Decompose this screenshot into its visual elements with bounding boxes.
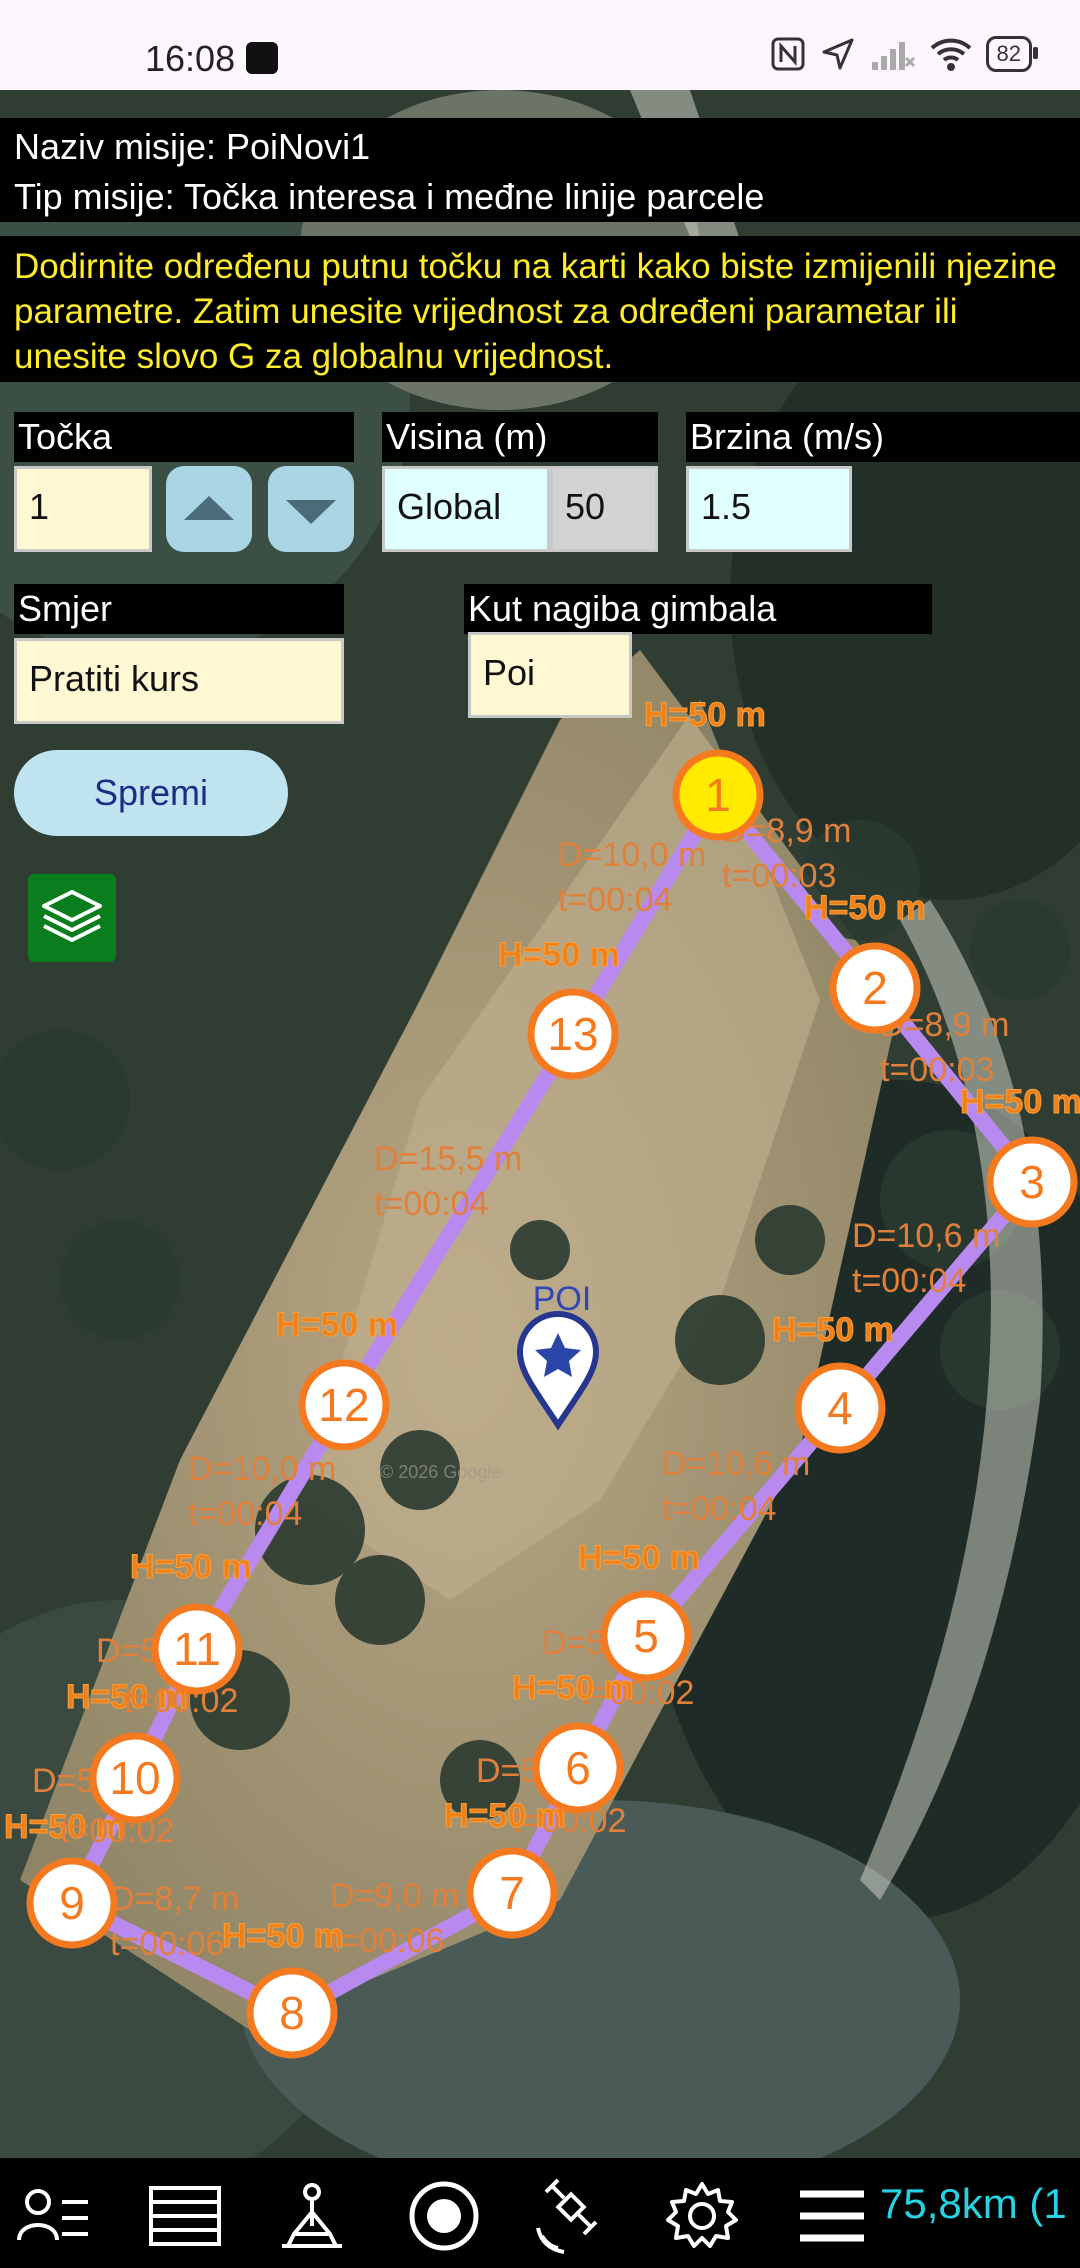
wp-5-altitude: H=50 m <box>578 1539 700 1577</box>
waypoint-11[interactable]: 11 <box>151 1603 243 1695</box>
waypoint-12[interactable]: 12 <box>298 1359 390 1451</box>
wifi-icon <box>930 38 971 71</box>
waypoint-2[interactable]: 2 <box>829 942 921 1034</box>
wp-6-altitude: H=50 m <box>512 1669 634 1707</box>
settings-gear-icon[interactable] <box>662 2176 742 2256</box>
altitude-value-input[interactable]: 50 <box>550 466 658 552</box>
wp-7-altitude: H=50 m <box>444 1797 566 1835</box>
wp-12-distance: D=15,5 m <box>374 1140 522 1178</box>
wp-2-altitude: H=50 m <box>804 889 926 927</box>
user-list-icon[interactable] <box>14 2176 94 2256</box>
svg-text:11: 11 <box>173 1623 221 1675</box>
waypoint-3[interactable]: 3 <box>986 1136 1078 1228</box>
point-label: Točka <box>14 412 354 462</box>
wp-13-altitude: H=50 m <box>498 936 620 974</box>
signal-icon <box>871 42 915 70</box>
svg-text:4: 4 <box>827 1382 853 1434</box>
triangle-up-icon <box>184 496 234 520</box>
wp-4-time: t=00:04 <box>662 1490 776 1528</box>
wp-11-altitude: H=50 m <box>130 1548 252 1586</box>
waypoint-8[interactable]: 8 <box>246 1967 338 2059</box>
point-down-button[interactable] <box>268 466 354 552</box>
waypoint-7[interactable]: 7 <box>466 1847 558 1939</box>
bottom-toolbar: 75,8km (1 <box>0 2158 1080 2268</box>
altitude-mode-input[interactable]: Global <box>382 466 550 552</box>
svg-text:5: 5 <box>633 1610 659 1662</box>
wp-12-time: t=00:04 <box>374 1185 488 1223</box>
svg-text:1: 1 <box>705 769 731 821</box>
svg-text:7: 7 <box>499 1867 525 1919</box>
mission-type: Tip misije: Točka interesa i međne linij… <box>14 176 765 217</box>
wp-4-altitude: H=50 m <box>772 1311 894 1349</box>
map-watermark: © 2026 Google <box>380 1462 501 1482</box>
wp-1-altitude: H=50 m <box>644 696 766 734</box>
save-button[interactable]: Spremi <box>14 750 288 836</box>
wp-7-distance: D=9,0 m <box>330 1877 459 1915</box>
layers-icon <box>42 890 102 942</box>
point-up-button[interactable] <box>166 466 252 552</box>
mission-header: Naziv misije: PoiNovi1 Tip misije: Točka… <box>0 118 1080 222</box>
wp-8-altitude: H=50 m <box>222 1917 344 1955</box>
record-button-icon[interactable] <box>404 2176 484 2256</box>
wp-12-altitude: H=50 m <box>276 1306 398 1344</box>
waypoint-6[interactable]: 6 <box>532 1722 624 1814</box>
waypoint-9[interactable]: 9 <box>26 1857 118 1949</box>
svg-text:9: 9 <box>59 1877 85 1929</box>
satellite-map[interactable]: © 2026 Google POI H=50 m D=8,9 m t=00:03… <box>0 90 1080 2158</box>
nfc-icon <box>771 37 805 71</box>
svg-text:13: 13 <box>547 1008 598 1060</box>
instruction-text: Dodirnite određenu putnu točku na karti … <box>0 236 1080 382</box>
heading-input[interactable]: Pratiti kurs <box>14 638 344 724</box>
gimbal-label: Kut nagiba gimbala <box>464 584 932 634</box>
satellite-icon[interactable] <box>532 2176 612 2256</box>
location-arrow-icon <box>822 38 854 70</box>
status-time: 16:08 <box>145 38 236 79</box>
heading-label: Smjer <box>14 584 344 634</box>
battery-indicator: 82 <box>985 36 1039 72</box>
screen-record-icon <box>246 42 278 74</box>
svg-text:8: 8 <box>279 1987 305 2039</box>
svg-text:2: 2 <box>862 962 888 1014</box>
map-canvas[interactable]: © 2026 Google POI H=50 m D=8,9 m t=00:03… <box>0 90 1080 2158</box>
status-bar: 16:08 82 <box>0 0 1080 90</box>
mission-list-icon[interactable] <box>145 2176 225 2256</box>
menu-icon[interactable] <box>792 2176 872 2256</box>
wp-3-distance: D=10,6 m <box>852 1217 1000 1255</box>
waypoint-4[interactable]: 4 <box>794 1362 886 1454</box>
wp-13-distance: D=10,0 m <box>558 836 706 874</box>
svg-text:3: 3 <box>1019 1156 1045 1208</box>
wp-13-time: t=00:04 <box>558 881 672 919</box>
gimbal-input[interactable]: Poi <box>468 632 632 718</box>
waypoint-mission-icon[interactable] <box>272 2176 352 2256</box>
waypoint-10[interactable]: 10 <box>89 1732 181 1824</box>
svg-text:6: 6 <box>565 1742 591 1794</box>
wp-3-altitude: H=50 m <box>960 1083 1080 1121</box>
waypoint-13[interactable]: 13 <box>527 988 619 1080</box>
waypoint-1[interactable]: 1 <box>672 749 764 841</box>
svg-text:12: 12 <box>318 1379 369 1431</box>
wp-3-time: t=00:04 <box>852 1262 966 1300</box>
altitude-label: Visina (m) <box>382 412 658 462</box>
wp-4-distance: D=10,6 m <box>662 1445 810 1483</box>
speed-label: Brzina (m/s) <box>686 412 1080 462</box>
map-layers-button[interactable] <box>28 874 116 962</box>
total-distance: 75,8km (1 <box>880 2180 1067 2227</box>
wp-8-time: t=00:06 <box>110 1925 224 1963</box>
triangle-down-icon <box>286 500 336 524</box>
wp-11-distance: D=10,0 m <box>188 1450 336 1488</box>
mission-name: Naziv misije: PoiNovi1 <box>14 126 371 167</box>
waypoint-5[interactable]: 5 <box>600 1590 692 1682</box>
point-input[interactable]: 1 <box>14 466 152 552</box>
wp-7-time: t=00:06 <box>330 1922 444 1960</box>
svg-text:10: 10 <box>109 1752 160 1804</box>
speed-input[interactable]: 1.5 <box>686 466 852 552</box>
wp-8-distance: D=8,7 m <box>110 1880 239 1918</box>
wp-11-time: t=00:04 <box>188 1495 302 1533</box>
